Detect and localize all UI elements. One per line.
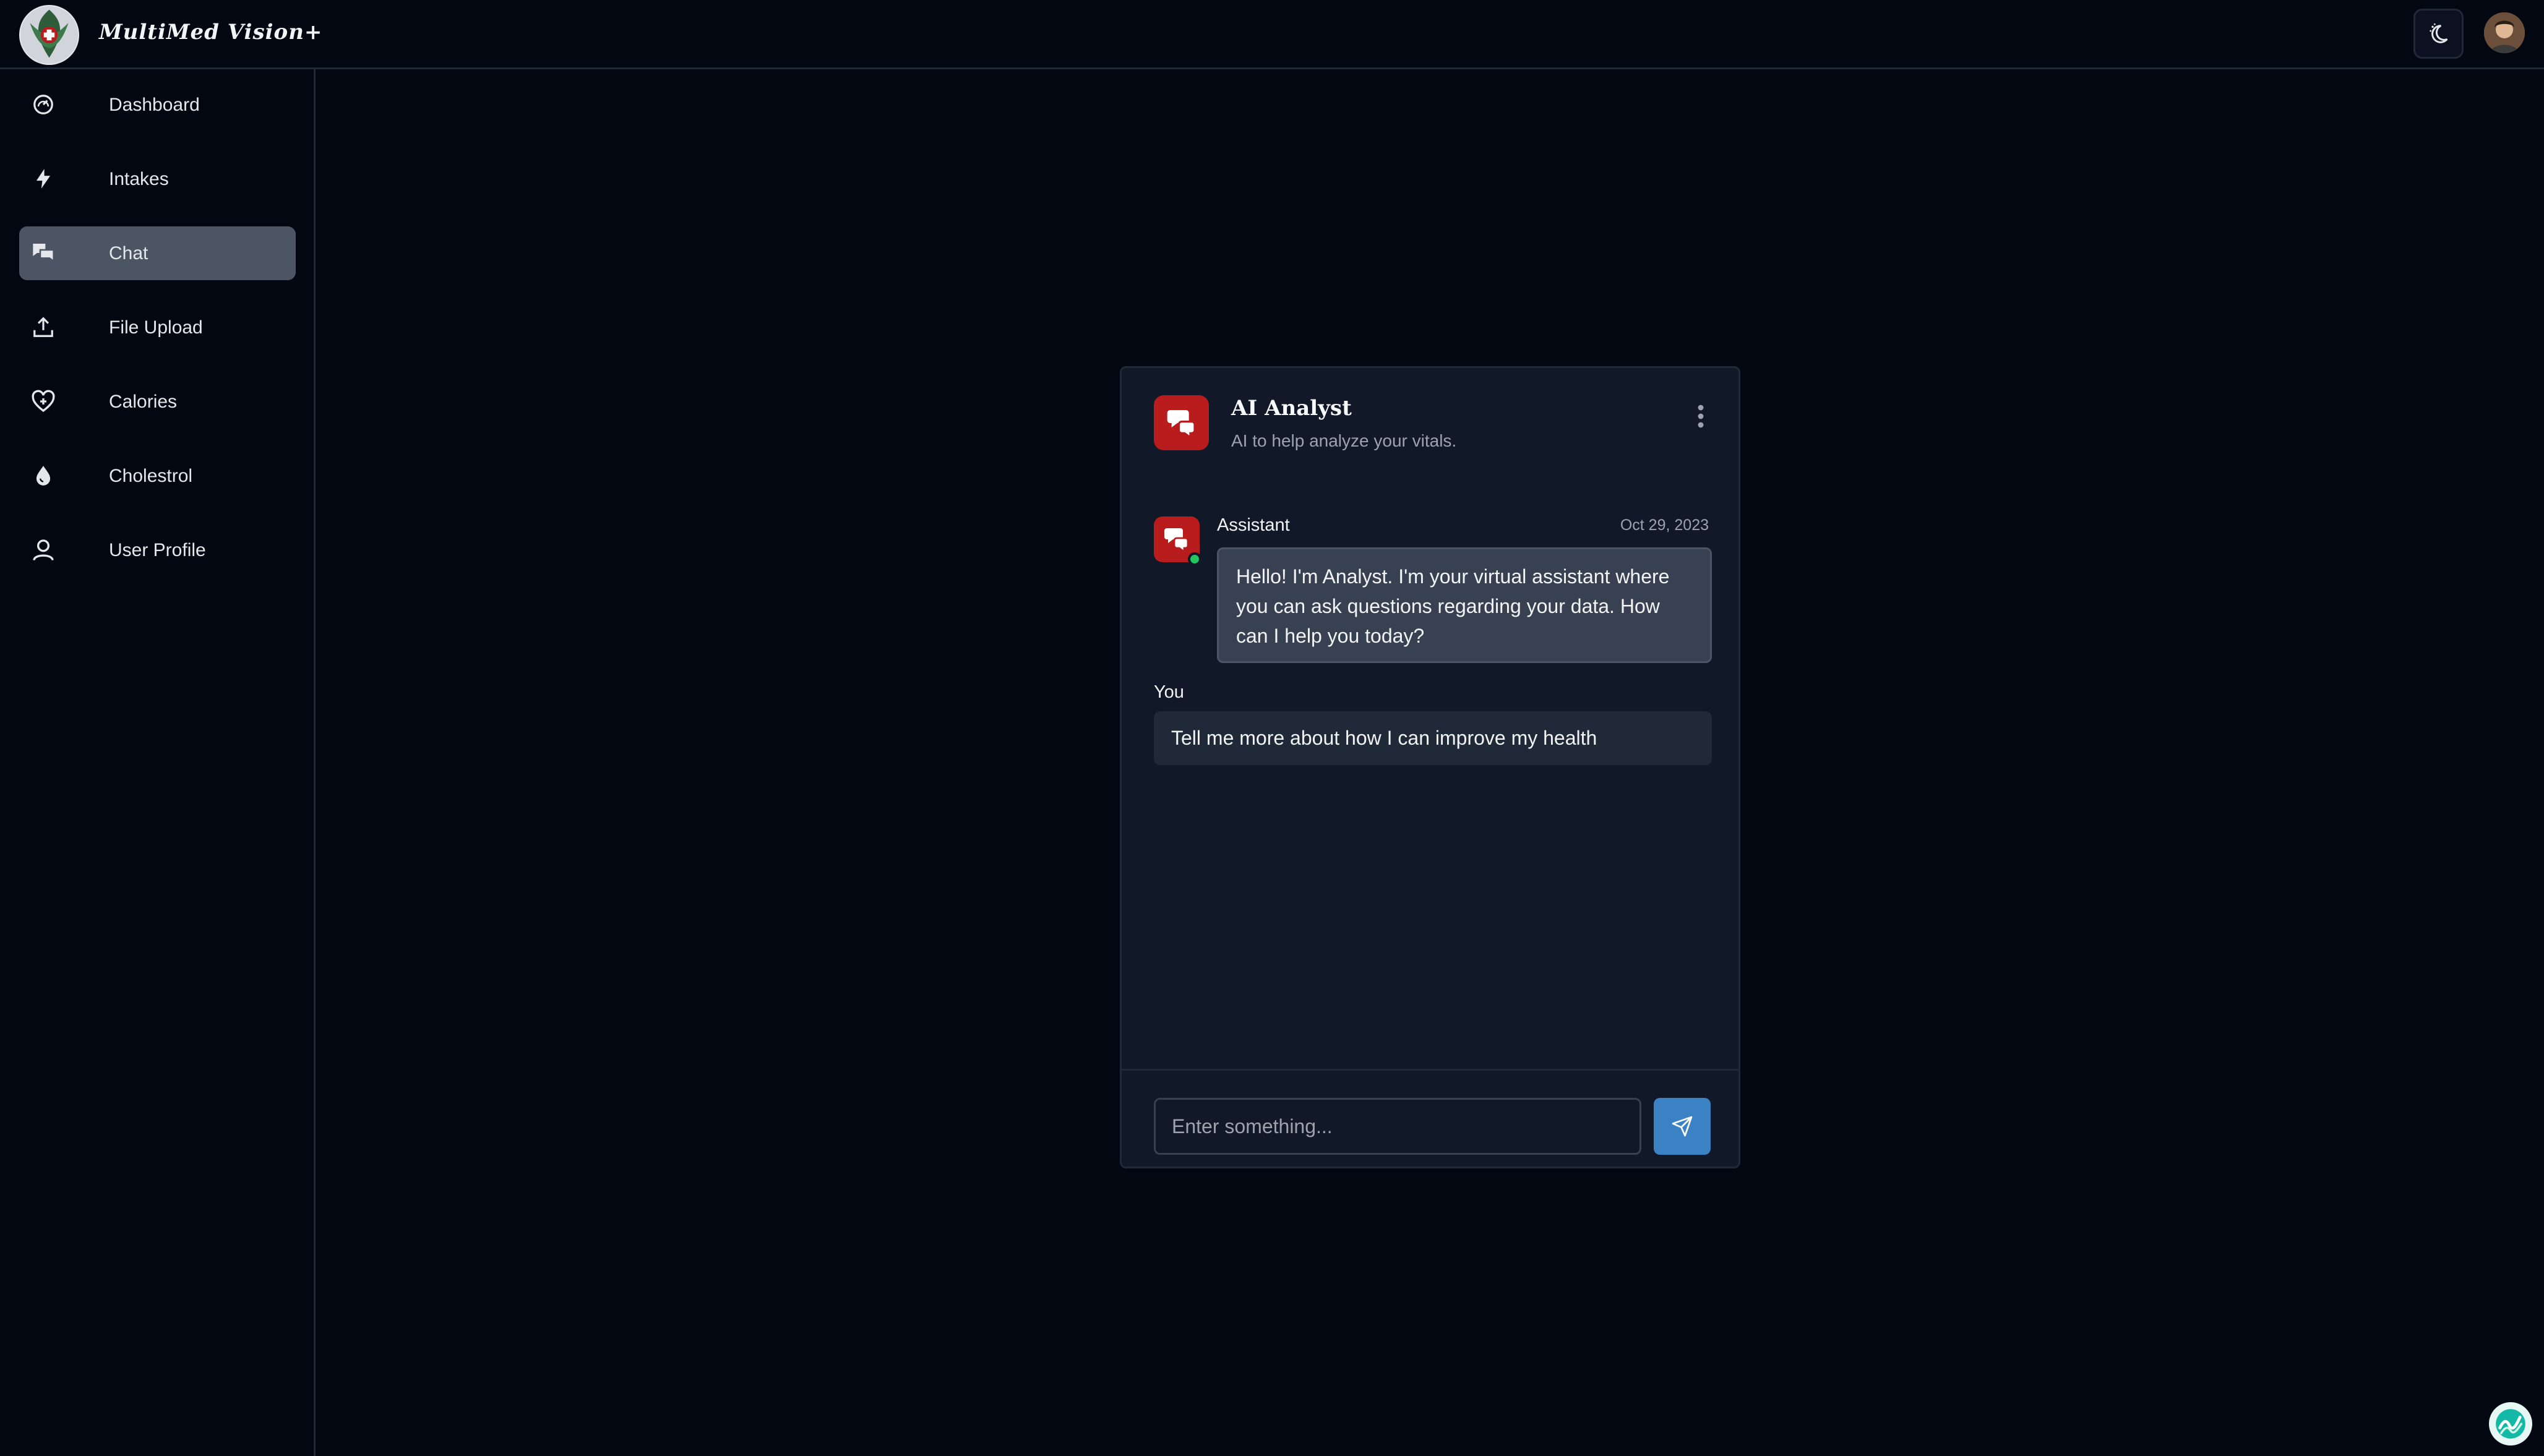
message-sender: Assistant bbox=[1217, 515, 1290, 535]
avatar-image-icon bbox=[2484, 12, 2525, 53]
chat-panel: AI Analyst AI to help analyze your vital… bbox=[1120, 366, 1740, 1168]
sidebar-item-chat[interactable]: Chat bbox=[19, 226, 296, 280]
user-message-bubble: Tell me more about how I can improve my … bbox=[1154, 711, 1712, 765]
droplet-icon bbox=[29, 461, 58, 490]
wave-chart-icon bbox=[2496, 1409, 2525, 1439]
more-vertical-icon bbox=[1698, 405, 1704, 428]
sidebar-item-intakes[interactable]: Intakes bbox=[19, 152, 296, 206]
bolt-icon bbox=[29, 165, 58, 193]
composer-divider bbox=[1122, 1069, 1738, 1071]
analyst-logo-icon bbox=[1167, 409, 1196, 440]
moon-sun-icon bbox=[2429, 23, 2448, 43]
sidebar-item-label: Cholestrol bbox=[109, 466, 193, 486]
upload-icon bbox=[29, 313, 58, 341]
sidebar-item-calories[interactable]: Calories bbox=[19, 375, 296, 429]
sidebar-item-label: File Upload bbox=[109, 317, 203, 338]
sidebar-item-user-profile[interactable]: User Profile bbox=[19, 523, 296, 577]
floating-helper-button[interactable] bbox=[2489, 1402, 2532, 1445]
sidebar-item-dashboard[interactable]: Dashboard bbox=[19, 78, 296, 132]
heart-plus-icon bbox=[29, 387, 58, 416]
message-sender: You bbox=[1154, 682, 1184, 702]
chat-subtitle: AI to help analyze your vitals. bbox=[1231, 431, 1457, 450]
message-timestamp: Oct 29, 2023 bbox=[1620, 516, 1709, 534]
assistant-message-bubble: Hello! I'm Analyst. I'm your virtual ass… bbox=[1217, 547, 1712, 663]
dashboard-icon bbox=[29, 90, 58, 119]
sidebar-item-file-upload[interactable]: File Upload bbox=[19, 301, 296, 354]
more-options-button[interactable] bbox=[1685, 398, 1717, 435]
analyst-logo-icon bbox=[1164, 528, 1189, 554]
send-icon bbox=[1672, 1116, 1693, 1137]
chat-title: AI Analyst bbox=[1231, 396, 1352, 421]
sidebar-item-cholestrol[interactable]: Cholestrol bbox=[19, 449, 296, 503]
user-avatar[interactable] bbox=[2484, 12, 2525, 53]
send-button[interactable] bbox=[1654, 1098, 1711, 1155]
chat-bubbles-icon bbox=[29, 239, 58, 267]
app-logo[interactable] bbox=[19, 5, 79, 65]
sidebar: Dashboard Intakes Chat File Upload Calor bbox=[0, 69, 316, 1456]
top-bar: MultiMed Vision+ bbox=[0, 0, 2544, 69]
app-title: MultiMed Vision+ bbox=[99, 20, 323, 45]
logo-emblem-icon bbox=[20, 6, 79, 64]
sidebar-item-label: Intakes bbox=[109, 169, 169, 189]
sidebar-item-label: Dashboard bbox=[109, 95, 200, 115]
sidebar-item-label: Chat bbox=[109, 243, 148, 263]
sidebar-item-label: Calories bbox=[109, 392, 178, 412]
theme-toggle-button[interactable] bbox=[2413, 9, 2464, 59]
online-status-dot bbox=[1188, 552, 1201, 566]
sidebar-item-label: User Profile bbox=[109, 540, 206, 560]
analyst-avatar bbox=[1154, 395, 1209, 450]
user-icon bbox=[29, 536, 58, 564]
chat-message-input[interactable] bbox=[1154, 1098, 1641, 1155]
app-root: MultiMed Vision+ Dashboard Intakes Chat … bbox=[0, 0, 2544, 1456]
